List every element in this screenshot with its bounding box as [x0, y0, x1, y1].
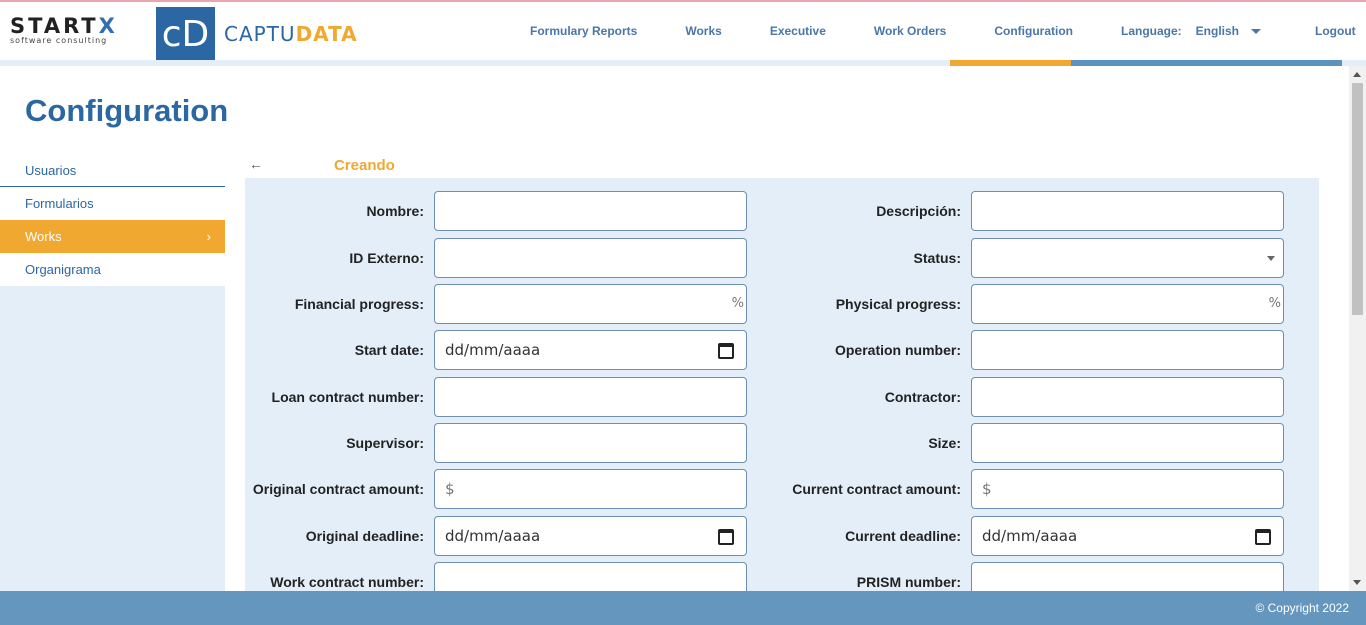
logout-link[interactable]: Logout	[1285, 2, 1366, 60]
original-deadline-label: Original deadline:	[305, 528, 424, 544]
current-deadline-value: dd/mm/aaaa	[982, 527, 1078, 545]
language-label: Language:	[1121, 24, 1182, 38]
sidebar-item-formularios[interactable]: Formularios	[0, 187, 225, 220]
dollar-prefix: $	[982, 480, 992, 498]
descripcion-input[interactable]	[971, 191, 1284, 231]
work-contract-number-label: Work contract number:	[270, 574, 424, 590]
size-input[interactable]	[971, 423, 1284, 463]
contractor-input[interactable]	[971, 377, 1284, 417]
size-label: Size:	[928, 435, 961, 451]
operation-number-input[interactable]	[971, 330, 1284, 370]
scroll-down-arrow-icon[interactable]	[1353, 580, 1361, 585]
nav-formulary-reports[interactable]: Formulary Reports	[506, 2, 661, 60]
work-form: Nombre: Descripción: ID Externo: Status:…	[245, 178, 1319, 591]
nav-indicator-strip	[1071, 60, 1342, 66]
original-contract-amount-input[interactable]: $	[434, 469, 747, 509]
startx-logo[interactable]: STARTX software consulting	[10, 14, 150, 48]
sidebar-item-label: Works	[25, 229, 62, 244]
status-label: Status:	[913, 250, 961, 266]
nav-executive[interactable]: Executive	[746, 2, 850, 60]
app-header: STARTX software consulting cD CAPTUDATA …	[0, 2, 1366, 61]
nav-work-orders[interactable]: Work Orders	[850, 2, 970, 60]
sidebar-item-organigrama[interactable]: Organigrama	[0, 253, 225, 286]
captudata-wordmark: CAPTUDATA	[224, 22, 358, 46]
nombre-label: Nombre:	[366, 203, 424, 219]
nav-configuration[interactable]: Configuration	[970, 2, 1097, 60]
original-contract-amount-label: Original contract amount:	[252, 481, 424, 497]
loan-contract-number-label: Loan contract number:	[271, 389, 424, 405]
id-externo-input[interactable]	[434, 238, 747, 278]
caret-down-icon	[1251, 28, 1262, 34]
caret-down-icon	[1267, 256, 1275, 261]
current-deadline-label: Current deadline:	[845, 528, 961, 544]
prism-number-label: PRISM number:	[856, 574, 961, 590]
sidebar: Usuarios Formularios Works › Organigrama	[0, 154, 225, 591]
loan-contract-number-input[interactable]	[434, 377, 747, 417]
start-date-label: Start date:	[354, 342, 424, 358]
id-externo-label: ID Externo:	[349, 250, 424, 266]
operation-number-label: Operation number:	[834, 342, 961, 358]
page-scrollbar[interactable]	[1349, 66, 1366, 591]
form-row: Financial progress: % Physical progress:…	[245, 284, 1319, 324]
start-date-input[interactable]: dd/mm/aaaa	[434, 330, 747, 370]
startx-wordmark: STARTX	[10, 14, 118, 38]
status-select[interactable]	[971, 238, 1284, 278]
sidebar-item-works[interactable]: Works ›	[0, 220, 225, 253]
language-selector[interactable]: Language: English	[1097, 2, 1285, 60]
start-date-value: dd/mm/aaaa	[445, 341, 541, 359]
percent-suffix: %	[731, 296, 744, 311]
chevron-right-icon: ›	[206, 229, 211, 244]
calendar-icon[interactable]	[718, 529, 734, 545]
nav-works[interactable]: Works	[661, 2, 745, 60]
supervisor-label: Supervisor:	[346, 435, 424, 451]
startx-tagline: software consulting	[10, 36, 108, 45]
dollar-prefix: $	[445, 480, 455, 498]
work-contract-number-input[interactable]	[434, 562, 747, 591]
current-contract-amount-label: Current contract amount:	[792, 481, 961, 497]
copyright-text: © Copyright 2022	[1255, 601, 1349, 615]
financial-progress-label: Financial progress:	[294, 296, 424, 312]
app-footer: © Copyright 2022	[0, 591, 1366, 625]
descripcion-label: Descripción:	[876, 203, 961, 219]
form-row: Supervisor: Size:	[245, 423, 1319, 463]
scrollbar-thumb[interactable]	[1352, 83, 1363, 315]
form-row: Loan contract number: Contractor:	[245, 377, 1319, 417]
form-row: ID Externo: Status:	[245, 238, 1319, 278]
original-deadline-input[interactable]: dd/mm/aaaa	[434, 516, 747, 556]
prism-number-input[interactable]	[971, 562, 1284, 591]
scroll-up-arrow-icon[interactable]	[1353, 72, 1361, 77]
form-row: Work contract number: PRISM number:	[245, 562, 1319, 591]
form-row: Nombre: Descripción:	[245, 191, 1319, 231]
language-value: English	[1195, 24, 1240, 38]
back-arrow-icon[interactable]: ←	[249, 156, 263, 172]
financial-progress-input[interactable]: %	[434, 284, 747, 324]
sidebar-menu: Usuarios Formularios Works › Organigrama	[0, 154, 225, 286]
active-nav-indicator	[950, 60, 1071, 66]
main-nav: Formulary Reports Works Executive Work O…	[506, 2, 1366, 60]
current-deadline-input[interactable]: dd/mm/aaaa	[971, 516, 1284, 556]
physical-progress-input[interactable]: %	[971, 284, 1284, 324]
percent-suffix: %	[1268, 296, 1281, 311]
sidebar-item-usuarios[interactable]: Usuarios	[0, 154, 225, 187]
contractor-label: Contractor:	[884, 389, 961, 405]
nombre-input[interactable]	[434, 191, 747, 231]
calendar-icon[interactable]	[1255, 529, 1271, 545]
original-deadline-value: dd/mm/aaaa	[445, 527, 541, 545]
current-contract-amount-input[interactable]: $	[971, 469, 1284, 509]
form-title: Creando	[334, 157, 395, 174]
page-title: Configuration	[25, 93, 229, 128]
form-row: Original contract amount: $ Current cont…	[245, 469, 1319, 509]
physical-progress-label: Physical progress:	[835, 296, 961, 312]
calendar-icon[interactable]	[718, 343, 734, 359]
form-row: Original deadline: dd/mm/aaaa Current de…	[245, 516, 1319, 556]
supervisor-input[interactable]	[434, 423, 747, 463]
captudata-logo-icon[interactable]: cD	[156, 7, 215, 61]
form-row: Start date: dd/mm/aaaa Operation number:	[245, 330, 1319, 370]
